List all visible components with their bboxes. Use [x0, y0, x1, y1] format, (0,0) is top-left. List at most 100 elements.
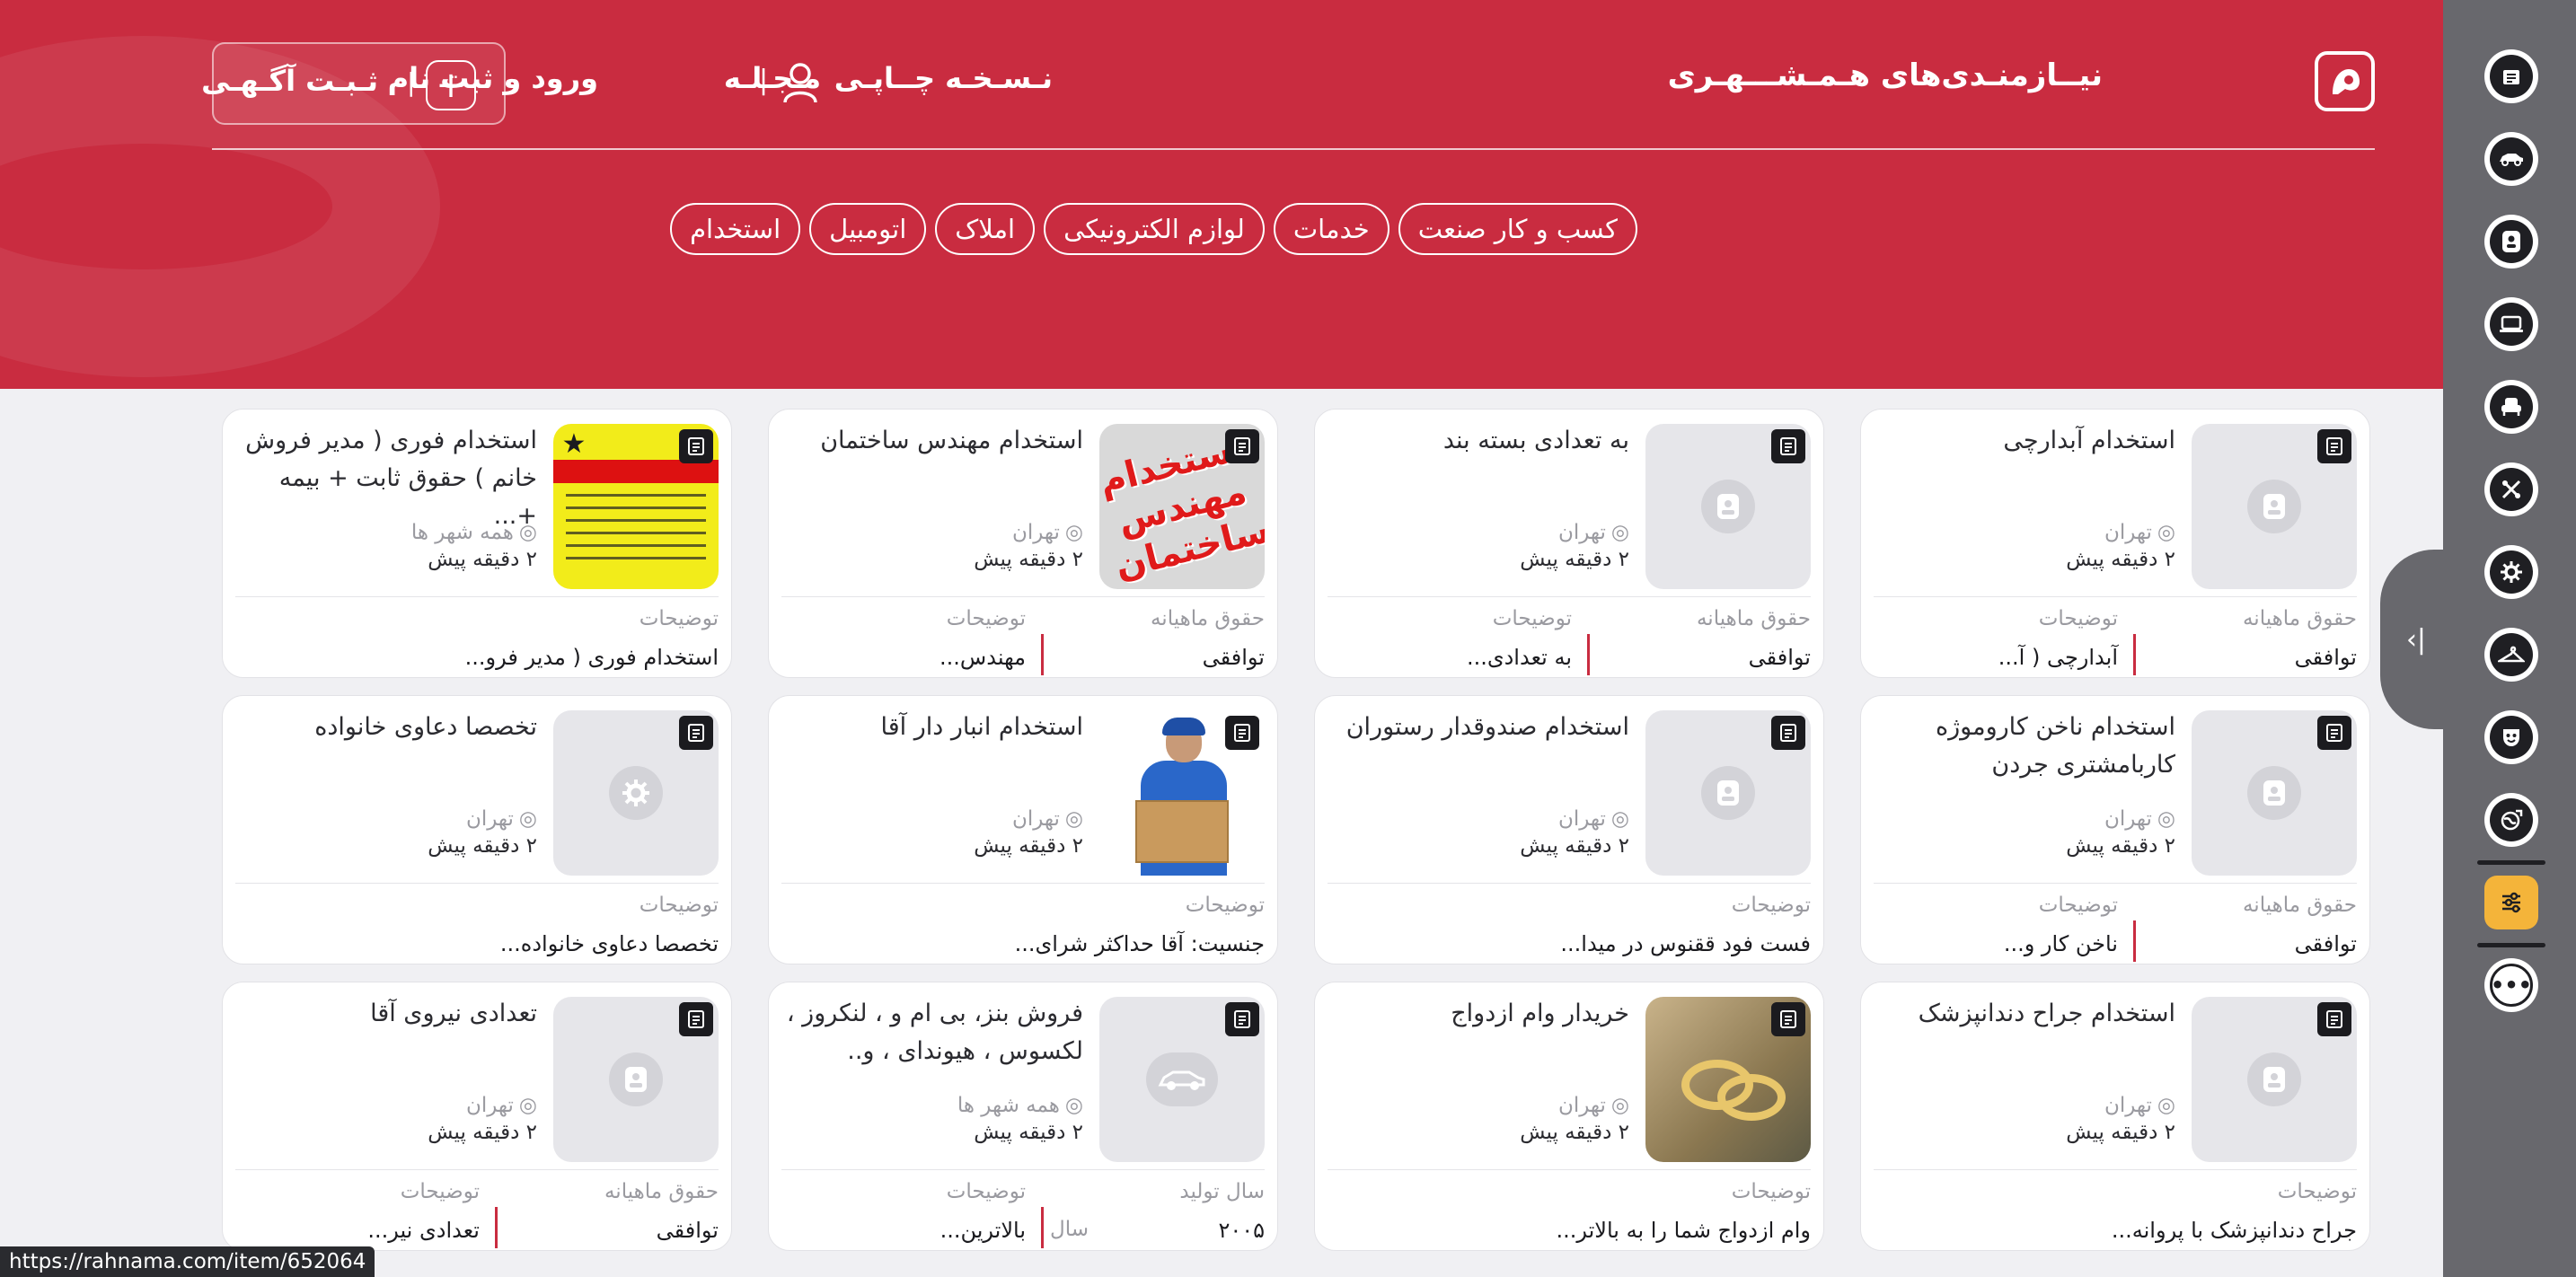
- placeholder-icon: [609, 1052, 663, 1106]
- ad-time: ۲ دقیقه پیش: [974, 834, 1083, 858]
- ad-location-text: تهران: [465, 1094, 514, 1117]
- newspaper-badge-icon: [2317, 1002, 2351, 1036]
- gear-icon[interactable]: [2484, 545, 2538, 599]
- ad-location: ◎ تهران: [1012, 807, 1083, 831]
- ad-thumbnail: [2192, 424, 2357, 589]
- ad-card[interactable]: تعدادی نیروی آقا ◎ تهران ۲ دقیقه پیش حقوق…: [222, 982, 732, 1251]
- car-icon[interactable]: [2484, 132, 2538, 186]
- post-separator: |: [407, 67, 416, 97]
- ad-card[interactable]: استخدام صندوقدار رستوران ◎ تهران ۲ دقیقه …: [1314, 695, 1824, 964]
- ad-title[interactable]: تعدادی نیروی آقا: [232, 995, 537, 1033]
- tools-icon[interactable]: [2484, 462, 2538, 516]
- card-divider: [1328, 1169, 1811, 1170]
- collapse-drawer-icon[interactable]: ‹|: [2380, 550, 2452, 729]
- ad-title[interactable]: استخدام صندوقدار رستوران: [1324, 709, 1629, 746]
- ad-title[interactable]: استخدام انبار دار آقا: [778, 709, 1083, 746]
- field-label: حقوق ماهیانه: [604, 1180, 719, 1203]
- field-value: استخدام فوری ( مدیر فرو...: [464, 645, 719, 670]
- ad-title[interactable]: خریدار وام ازدواج: [1324, 995, 1629, 1033]
- ad-card[interactable]: استخدام آبدارچی ◎ تهران ۲ دقیقه پیش حقوق …: [1860, 409, 2370, 678]
- mask-icon[interactable]: [2484, 710, 2538, 764]
- card-divider: [1874, 596, 2357, 597]
- category-real-estate[interactable]: املاک: [935, 203, 1036, 255]
- ad-title[interactable]: استخدام ناخن کاروموژه کاربامشتری جردن: [1870, 709, 2175, 784]
- ad-card[interactable]: استخدام جراح دندانپزشک ◎ تهران ۲ دقیقه پی…: [1860, 982, 2370, 1251]
- placeholder-icon: [2247, 766, 2301, 820]
- ad-card[interactable]: خریدار وام ازدواج ◎ تهران ۲ دقیقه پیش توض…: [1314, 982, 1824, 1251]
- nav-separator: |: [759, 65, 769, 96]
- photo-box: [1135, 800, 1229, 863]
- ad-title[interactable]: استخدام آبدارچی: [1870, 422, 2175, 460]
- ad-card[interactable]: استخدام انبار دار آقا ◎ تهران ۲ دقیقه پیش…: [768, 695, 1278, 964]
- ad-title[interactable]: فروش بنز، بی ام و ، لنکروز ، لکسوس ، هیو…: [778, 995, 1083, 1070]
- newspaper-badge-icon: [1225, 716, 1259, 750]
- nav-print-edition[interactable]: نـسـخـه چــاپـی: [834, 61, 1053, 95]
- user-icon[interactable]: [782, 61, 818, 104]
- ad-card[interactable]: استخدام ناخن کاروموژه کاربامشتری جردن ◎ ت…: [1860, 695, 2370, 964]
- ad-location: ◎ تهران: [1558, 521, 1629, 544]
- field-separator: [1587, 634, 1590, 675]
- contact-icon[interactable]: [2484, 215, 2538, 269]
- ad-location-text: تهران: [2104, 1094, 2152, 1117]
- ad-location: ◎ تهران: [466, 807, 537, 831]
- ad-thumbnail: [1645, 710, 1811, 876]
- armchair-icon[interactable]: [2484, 380, 2538, 434]
- hanger-icon[interactable]: [2484, 628, 2538, 682]
- more-icon[interactable]: •••: [2484, 958, 2538, 1012]
- field-value: جراح دندانپزشک با پروانه...: [2111, 1218, 2357, 1243]
- globe-icon[interactable]: [2484, 793, 2538, 847]
- field-label: توضیحات: [2277, 1180, 2357, 1203]
- ad-time: ۲ دقیقه پیش: [1520, 548, 1629, 571]
- star-icon: ★: [561, 428, 587, 460]
- category-business[interactable]: کسب و کار صنعت: [1398, 203, 1637, 255]
- field-label: حقوق ماهیانه: [1150, 607, 1265, 630]
- post-ad-label: ثـبـت آگـهـی: [201, 64, 378, 98]
- logo-icon[interactable]: [2315, 51, 2375, 111]
- field-value: توافقی: [1748, 645, 1811, 670]
- ad-location-text: تهران: [2104, 521, 2152, 544]
- field-separator: [495, 1207, 498, 1248]
- ad-card[interactable]: فروش بنز، بی ام و ، لنکروز ، لکسوس ، هیو…: [768, 982, 1278, 1251]
- ad-photo: [1645, 997, 1811, 1162]
- category-employment[interactable]: استخدام: [670, 203, 801, 255]
- field-value: تخصصا دعاوی خانواده...: [499, 931, 719, 956]
- field-label: توضیحات: [400, 1180, 480, 1203]
- ad-title[interactable]: استخدام فوری ( مدیر فروش خانم ) حقوق ثاب…: [232, 422, 537, 535]
- field-label: سال تولید: [1179, 1180, 1265, 1203]
- category-services[interactable]: خدمات: [1273, 203, 1389, 255]
- category-cars[interactable]: اتومبیل: [809, 203, 927, 255]
- ad-photo: استخدام مهندس ساختمان: [1099, 424, 1265, 589]
- sliders-icon[interactable]: [2484, 876, 2538, 929]
- field-value: ناخن کار و...: [2003, 931, 2118, 956]
- photo-ring: [1717, 1074, 1786, 1121]
- brand-name[interactable]: نیــازمنـدی‌های هـمـشـــهـری: [1668, 57, 2103, 93]
- field-separator: [1041, 634, 1044, 675]
- card-divider: [781, 883, 1265, 884]
- field-value: توافقی: [1202, 645, 1265, 670]
- ad-card[interactable]: به تعدادی بسته بند ◎ تهران ۲ دقیقه پیش حق…: [1314, 409, 1824, 678]
- field-label: حقوق ماهیانه: [2242, 894, 2357, 917]
- post-ad-button[interactable]: + | ثـبـت آگـهـی: [201, 42, 506, 125]
- ad-card[interactable]: تخصصا دعاوی خانواده ◎ تهران ۲ دقیقه پیش ت…: [222, 695, 732, 964]
- field-value: وام ازدواج شما را به بالاتر...: [1556, 1218, 1811, 1243]
- card-divider: [1328, 596, 1811, 597]
- card-divider: [235, 1169, 719, 1170]
- ad-card[interactable]: ★ استخدام فوری ( مدیر فروش خانم ) حقوق ث…: [222, 409, 732, 678]
- field-label: توضیحات: [1185, 894, 1265, 917]
- ad-title[interactable]: استخدام جراح دندانپزشک: [1870, 995, 2175, 1033]
- newspaper-icon[interactable]: [2484, 49, 2538, 103]
- ad-location: ◎ تهران: [1012, 521, 1083, 544]
- ad-card[interactable]: استخدام مهندس ساختمان استخدام مهندس ساخت…: [768, 409, 1278, 678]
- ad-title[interactable]: به تعدادی بسته بند: [1324, 422, 1629, 460]
- ad-title[interactable]: استخدام مهندس ساختمان: [778, 422, 1083, 460]
- ad-title[interactable]: تخصصا دعاوی خانواده: [232, 709, 537, 746]
- newspaper-badge-icon: [1771, 716, 1805, 750]
- laptop-icon[interactable]: [2484, 297, 2538, 351]
- field-separator: [2133, 634, 2136, 675]
- category-electronics[interactable]: لوازم الکترونیکی: [1044, 203, 1265, 255]
- pin-icon: ◎: [1610, 807, 1629, 831]
- field-value: ۲۰۰۵: [1218, 1218, 1265, 1243]
- ad-time: ۲ دقیقه پیش: [974, 548, 1083, 571]
- field-label: حقوق ماهیانه: [2242, 607, 2357, 630]
- pin-icon: ◎: [1610, 1094, 1629, 1117]
